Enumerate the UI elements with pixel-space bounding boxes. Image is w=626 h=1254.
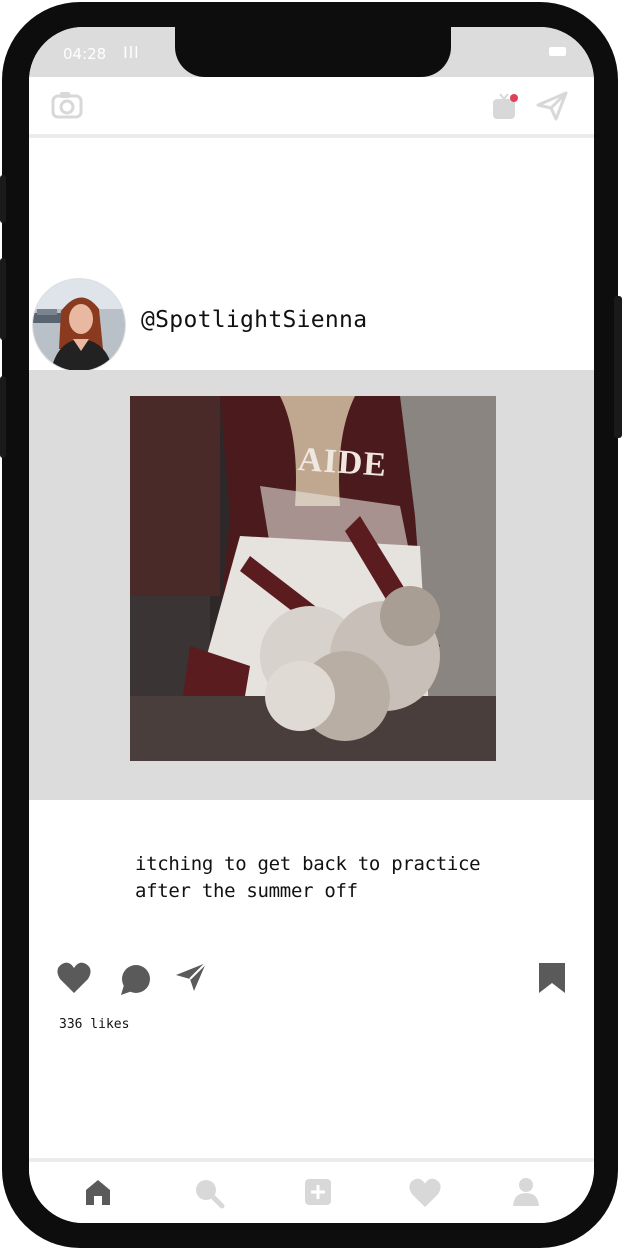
camera-icon[interactable] [51,91,83,123]
notch [175,27,451,77]
post-header: @SpotlightSienna [29,275,594,372]
side-button [0,258,6,340]
avatar[interactable] [32,278,126,372]
profile-icon[interactable] [512,1177,540,1211]
side-button [0,376,6,458]
bottom-nav [29,1158,594,1223]
stories-area [29,138,594,276]
signal-icon: Ill [123,43,140,62]
post-username[interactable]: @SpotlightSienna [141,307,367,333]
status-time: 04:28 [63,45,107,63]
photo-jersey-text: AIDE [296,440,389,485]
top-nav [29,77,594,138]
bookmark-icon[interactable] [537,961,567,999]
post-caption: itching to get back to practice after th… [135,853,481,902]
search-icon[interactable] [193,1177,225,1213]
send-icon[interactable] [536,91,568,125]
likes-count: 336 likes [59,1017,130,1032]
igtv-icon[interactable] [490,90,522,126]
phone-screen: 04:28 Ill @SpotlightSienna AIDE itching … [29,27,594,1223]
activity-heart-icon[interactable] [408,1177,442,1213]
post-actions [29,957,594,1007]
heart-icon[interactable] [56,961,92,999]
add-post-icon[interactable] [303,1177,333,1211]
post-photo[interactable]: AIDE [130,396,496,761]
share-icon[interactable] [174,961,208,997]
comment-icon[interactable] [119,963,153,1001]
home-icon[interactable] [83,1177,113,1211]
battery-icon [549,47,566,56]
side-button [0,175,6,223]
side-button [614,296,622,438]
photo-area: AIDE [29,370,594,800]
